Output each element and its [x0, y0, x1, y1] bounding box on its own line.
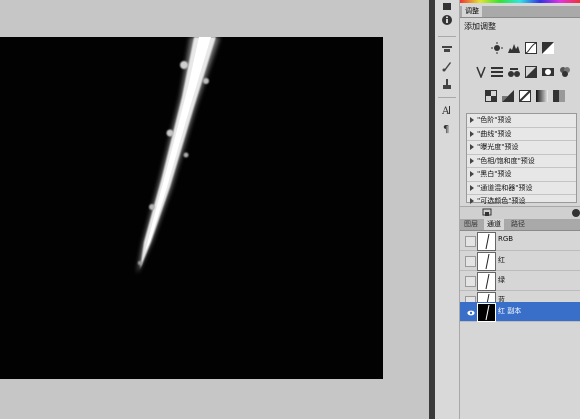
selective-color-icon[interactable] [553, 90, 565, 102]
preset-label: "曲线"预设 [477, 129, 512, 138]
expand-arrow-icon [470, 130, 474, 137]
exposure-icon[interactable] [542, 42, 554, 54]
channel-row-green[interactable]: 绿 [460, 271, 580, 291]
adjustment-presets-list: "色阶"预设 "曲线"预设 "曝光度"预设 "色相/饱和度"预设 "黑白"预设 … [466, 113, 577, 209]
strip-separator [438, 97, 456, 98]
adjustments-tab-bar: 调整 [460, 6, 580, 18]
visibility-checkbox[interactable] [465, 236, 476, 247]
brush-presets-icon[interactable] [440, 59, 454, 73]
preset-label: "色相/饱和度"预设 [477, 156, 535, 165]
channel-thumbnail [477, 272, 496, 291]
svg-text:A: A [441, 106, 450, 116]
levels-icon[interactable] [508, 42, 520, 54]
document-canvas[interactable] [0, 37, 383, 379]
info-icon[interactable] [440, 13, 454, 27]
canvas-area[interactable] [0, 0, 429, 419]
tools-icon[interactable] [440, 41, 454, 55]
right-panels: 调整 添加调整 "色阶"预设 "曲线"预设 "曝光度"预设 "色相/饱和度"预设… [460, 0, 580, 419]
eye-icon[interactable] [465, 307, 476, 318]
preset-exposure[interactable]: "曝光度"预设 [467, 141, 576, 155]
tab-paths[interactable]: 路径 [508, 219, 528, 230]
paragraph-icon[interactable]: ¶ [440, 121, 454, 135]
curves-icon[interactable] [525, 42, 537, 54]
preset-curves[interactable]: "曲线"预设 [467, 128, 576, 141]
channel-thumbnail [477, 252, 496, 271]
threshold-icon[interactable] [519, 90, 531, 102]
adjustments-footer [460, 206, 580, 219]
channel-name: 绿 [498, 276, 505, 284]
channel-row-red[interactable]: 红 [460, 251, 580, 271]
channel-name: RGB [498, 235, 514, 243]
clone-source-icon[interactable] [440, 77, 454, 91]
preset-levels[interactable]: "色阶"预设 [467, 114, 576, 128]
character-icon[interactable]: A [440, 103, 454, 117]
tab-adjustments[interactable]: 调整 [462, 6, 482, 17]
preset-label: "曝光度"预设 [477, 143, 519, 151]
collapsed-panel-strip: A ¶ [435, 0, 460, 419]
preset-label: "通道混和器"预设 [477, 183, 533, 192]
black-white-icon[interactable] [525, 66, 537, 78]
visibility-checkbox[interactable] [465, 276, 476, 287]
streak-image [137, 37, 220, 273]
preset-label: "色阶"预设 [477, 116, 512, 124]
channel-row-red-copy[interactable]: 红 副本 [460, 302, 580, 322]
preset-label: "可选颜色"预设 [477, 197, 526, 205]
channel-name: 红 副本 [498, 307, 522, 315]
tab-layers[interactable]: 图层 [461, 219, 481, 230]
channel-thumbnail [477, 303, 496, 322]
svg-text:¶: ¶ [443, 124, 449, 134]
expand-arrow-icon [470, 184, 474, 191]
color-swatches-strip[interactable] [460, 0, 580, 3]
channel-name: 红 [498, 256, 505, 264]
expand-arrow-icon [470, 198, 474, 204]
adjustments-title: 添加调整 [464, 22, 496, 31]
vibrance-icon[interactable] [475, 66, 487, 78]
expand-arrow-icon [470, 157, 474, 164]
expand-arrow-icon [470, 144, 474, 150]
photo-filter-icon[interactable] [542, 66, 554, 78]
invert-icon[interactable] [485, 90, 497, 102]
preset-black-white[interactable]: "黑白"预设 [467, 168, 576, 182]
preset-hue-saturation[interactable]: "色相/饱和度"预设 [467, 155, 576, 168]
expand-arrow-icon [470, 117, 474, 123]
tab-channels[interactable]: 通道 [484, 219, 504, 230]
strip-separator [438, 36, 456, 37]
posterize-icon[interactable] [502, 90, 514, 102]
color-balance-icon[interactable] [508, 66, 520, 78]
preset-label: "黑白"预设 [477, 170, 512, 178]
brightness-icon[interactable] [491, 42, 503, 54]
layers-tab-bar: 图层 通道 路径 [460, 219, 580, 231]
channel-row-rgb[interactable]: RGB [460, 231, 580, 251]
hue-saturation-icon[interactable] [491, 66, 503, 78]
expand-arrow-icon [470, 171, 474, 177]
preset-channel-mixer[interactable]: "通道混和器"预设 [467, 182, 576, 195]
channel-thumbnail [477, 232, 496, 251]
channel-mixer-icon[interactable] [559, 66, 571, 78]
layers-icon[interactable] [440, 0, 454, 14]
visibility-checkbox[interactable] [465, 256, 476, 267]
gradient-map-icon[interactable] [536, 90, 548, 102]
